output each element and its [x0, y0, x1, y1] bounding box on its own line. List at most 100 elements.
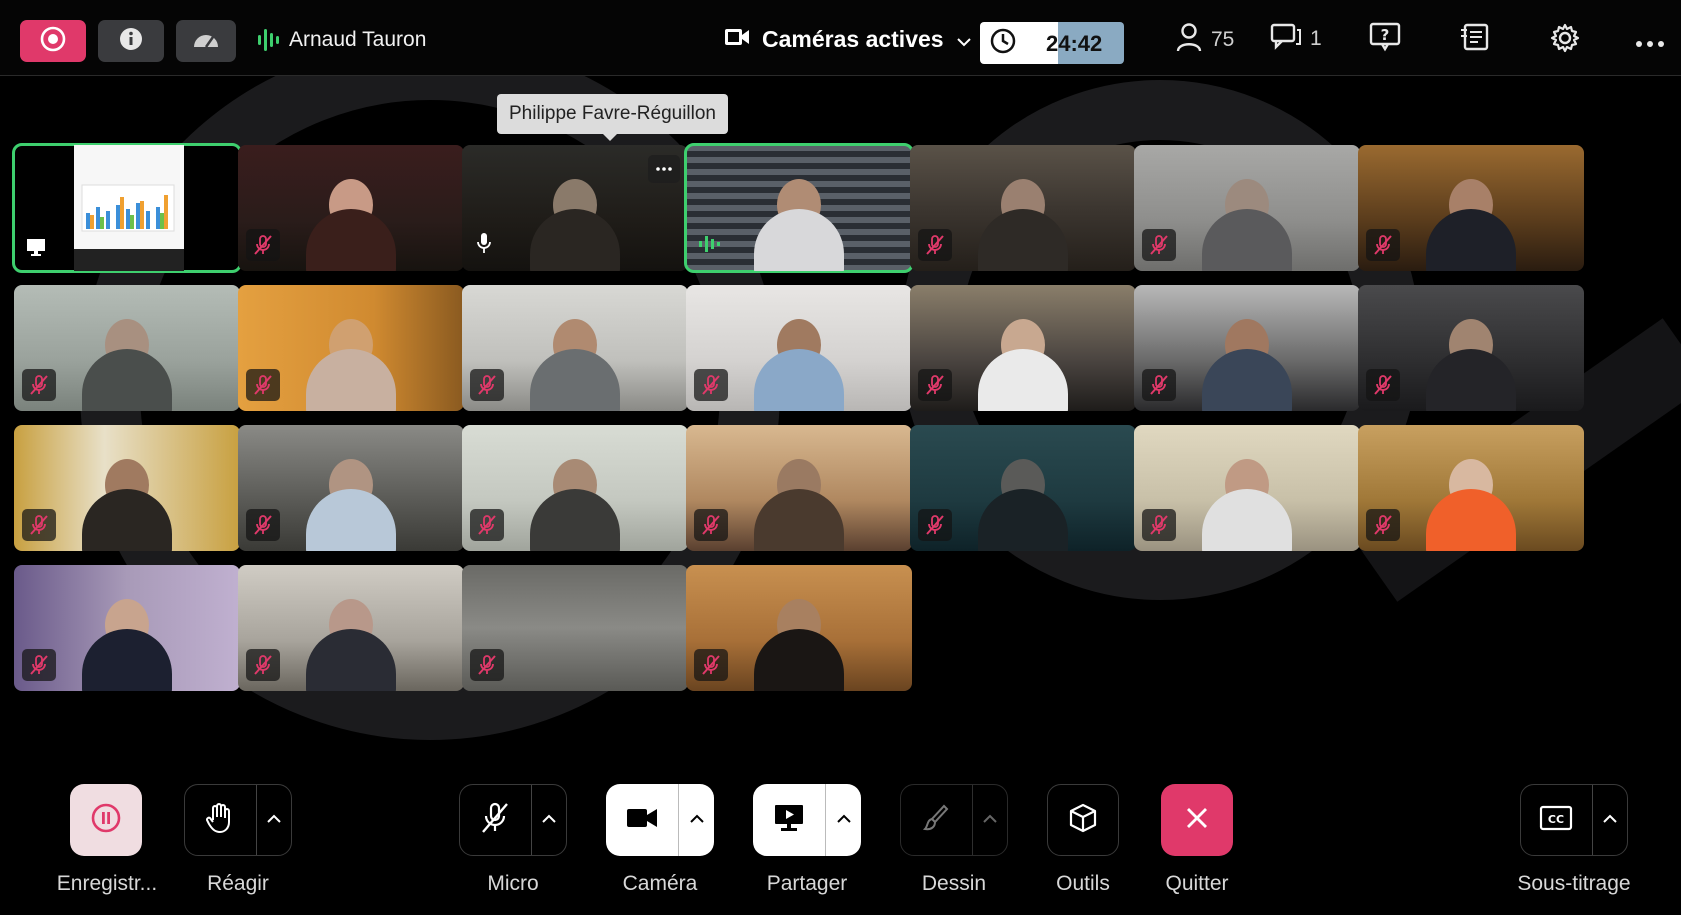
chat-count: 1 [1310, 27, 1322, 50]
shared-chart-thumbnail [74, 145, 184, 271]
speaking-wave-icon [698, 234, 720, 259]
record-icon [40, 26, 66, 57]
user-icon [1175, 22, 1203, 58]
video-camera-icon [724, 26, 750, 53]
microphone-muted-icon [470, 649, 504, 681]
chevron-up-icon [982, 811, 998, 829]
notes-button[interactable] [1459, 22, 1491, 58]
microphone-muted-icon [1366, 509, 1400, 541]
video-tile[interactable] [1134, 285, 1360, 411]
video-tile[interactable] [1134, 145, 1360, 271]
video-tile[interactable] [1134, 425, 1360, 551]
video-camera-icon [626, 807, 658, 834]
microphone-muted-icon [246, 649, 280, 681]
microphone-button[interactable] [459, 784, 567, 856]
microphone-muted-icon [246, 229, 280, 261]
video-tile[interactable] [910, 425, 1136, 551]
video-tile[interactable] [14, 285, 240, 411]
screen-share-icon [773, 803, 805, 838]
microphone-muted-icon [918, 229, 952, 261]
video-tile[interactable] [1358, 285, 1584, 411]
video-tile[interactable] [462, 425, 688, 551]
questions-button[interactable]: ? [1369, 22, 1401, 58]
camera-label: Caméra [622, 872, 698, 895]
more-horizontal-icon [1635, 30, 1665, 54]
video-tile[interactable] [238, 145, 464, 271]
microphone-muted-icon [694, 649, 728, 681]
react-options-caret[interactable] [255, 785, 291, 855]
layout-label: Caméras actives [762, 26, 944, 52]
microphone-muted-icon [918, 369, 952, 401]
microphone-muted-icon [479, 801, 511, 840]
video-tile[interactable] [1358, 145, 1584, 271]
drawing-label: Dessin [921, 872, 987, 895]
svg-text:CC: CC [1548, 813, 1564, 826]
chevron-up-icon [541, 811, 557, 829]
video-tile-active-speaker[interactable] [684, 143, 914, 273]
tools-button[interactable] [1047, 784, 1119, 856]
microphone-muted-icon [246, 509, 280, 541]
top-bar: Arnaud Tauron Caméras actives 24:42 75 1 [0, 0, 1681, 76]
react-button[interactable] [184, 784, 292, 856]
chevron-up-icon [1602, 811, 1618, 829]
connection-quality-button[interactable] [176, 20, 236, 62]
microphone-muted-icon [1366, 229, 1400, 261]
speedometer-icon [191, 27, 221, 56]
microphone-options-caret[interactable] [530, 785, 566, 855]
audio-wave-icon [258, 28, 279, 52]
drawing-options-caret[interactable] [971, 785, 1007, 855]
captions-options-caret[interactable] [1591, 785, 1627, 855]
closed-captions-icon: CC [1539, 805, 1573, 836]
video-tile[interactable] [462, 145, 688, 271]
pause-circle-icon [90, 802, 122, 839]
video-tile[interactable] [238, 285, 464, 411]
video-tile[interactable] [1358, 425, 1584, 551]
video-tile-screen-share[interactable] [12, 143, 242, 273]
video-tile[interactable] [686, 425, 912, 551]
video-tile[interactable] [910, 285, 1136, 411]
microphone-muted-icon [246, 369, 280, 401]
participants-count: 75 [1211, 28, 1235, 51]
chevron-up-icon [689, 811, 705, 829]
chat-button[interactable]: 1 [1270, 22, 1322, 56]
video-tile[interactable] [910, 145, 1136, 271]
timer-value: 24:42 [1046, 31, 1103, 56]
info-button[interactable] [98, 20, 164, 62]
layout-selector[interactable]: Caméras actives [724, 26, 972, 53]
camera-options-caret[interactable] [678, 784, 714, 856]
tile-more-options-button[interactable] [648, 155, 680, 183]
raise-hand-icon [205, 802, 235, 839]
chevron-up-icon [836, 811, 852, 829]
video-tile[interactable] [462, 285, 688, 411]
microphone-muted-icon [694, 509, 728, 541]
video-tile[interactable] [686, 565, 912, 691]
settings-button[interactable] [1549, 22, 1581, 60]
microphone-label: Micro [487, 872, 539, 895]
clock-history-icon [989, 27, 1017, 60]
participants-button[interactable]: 75 [1175, 22, 1234, 58]
video-tile[interactable] [14, 425, 240, 551]
recording-pause-button[interactable] [70, 784, 142, 856]
video-tile[interactable] [14, 565, 240, 691]
captions-button[interactable]: CC [1520, 784, 1628, 856]
shared-screen-preview [74, 145, 184, 271]
video-tile[interactable] [238, 565, 464, 691]
info-icon [118, 26, 144, 57]
leave-meeting-button[interactable] [1161, 784, 1233, 856]
microphone-muted-icon [1142, 369, 1176, 401]
video-tile[interactable] [238, 425, 464, 551]
drawing-button[interactable] [900, 784, 1008, 856]
more-options-button[interactable] [1635, 30, 1665, 54]
share-options-caret[interactable] [825, 784, 861, 856]
camera-button[interactable] [606, 784, 714, 856]
microphone-muted-icon [22, 509, 56, 541]
microphone-muted-icon [694, 369, 728, 401]
video-tile[interactable] [686, 285, 912, 411]
share-screen-button[interactable] [753, 784, 861, 856]
recording-button[interactable] [20, 20, 86, 62]
participant-name-tooltip: Philippe Favre-Réguillon [497, 94, 728, 141]
video-tile[interactable] [462, 565, 688, 691]
microphone-muted-icon [22, 369, 56, 401]
chevron-down-icon [956, 26, 972, 53]
microphone-muted-icon [1142, 509, 1176, 541]
